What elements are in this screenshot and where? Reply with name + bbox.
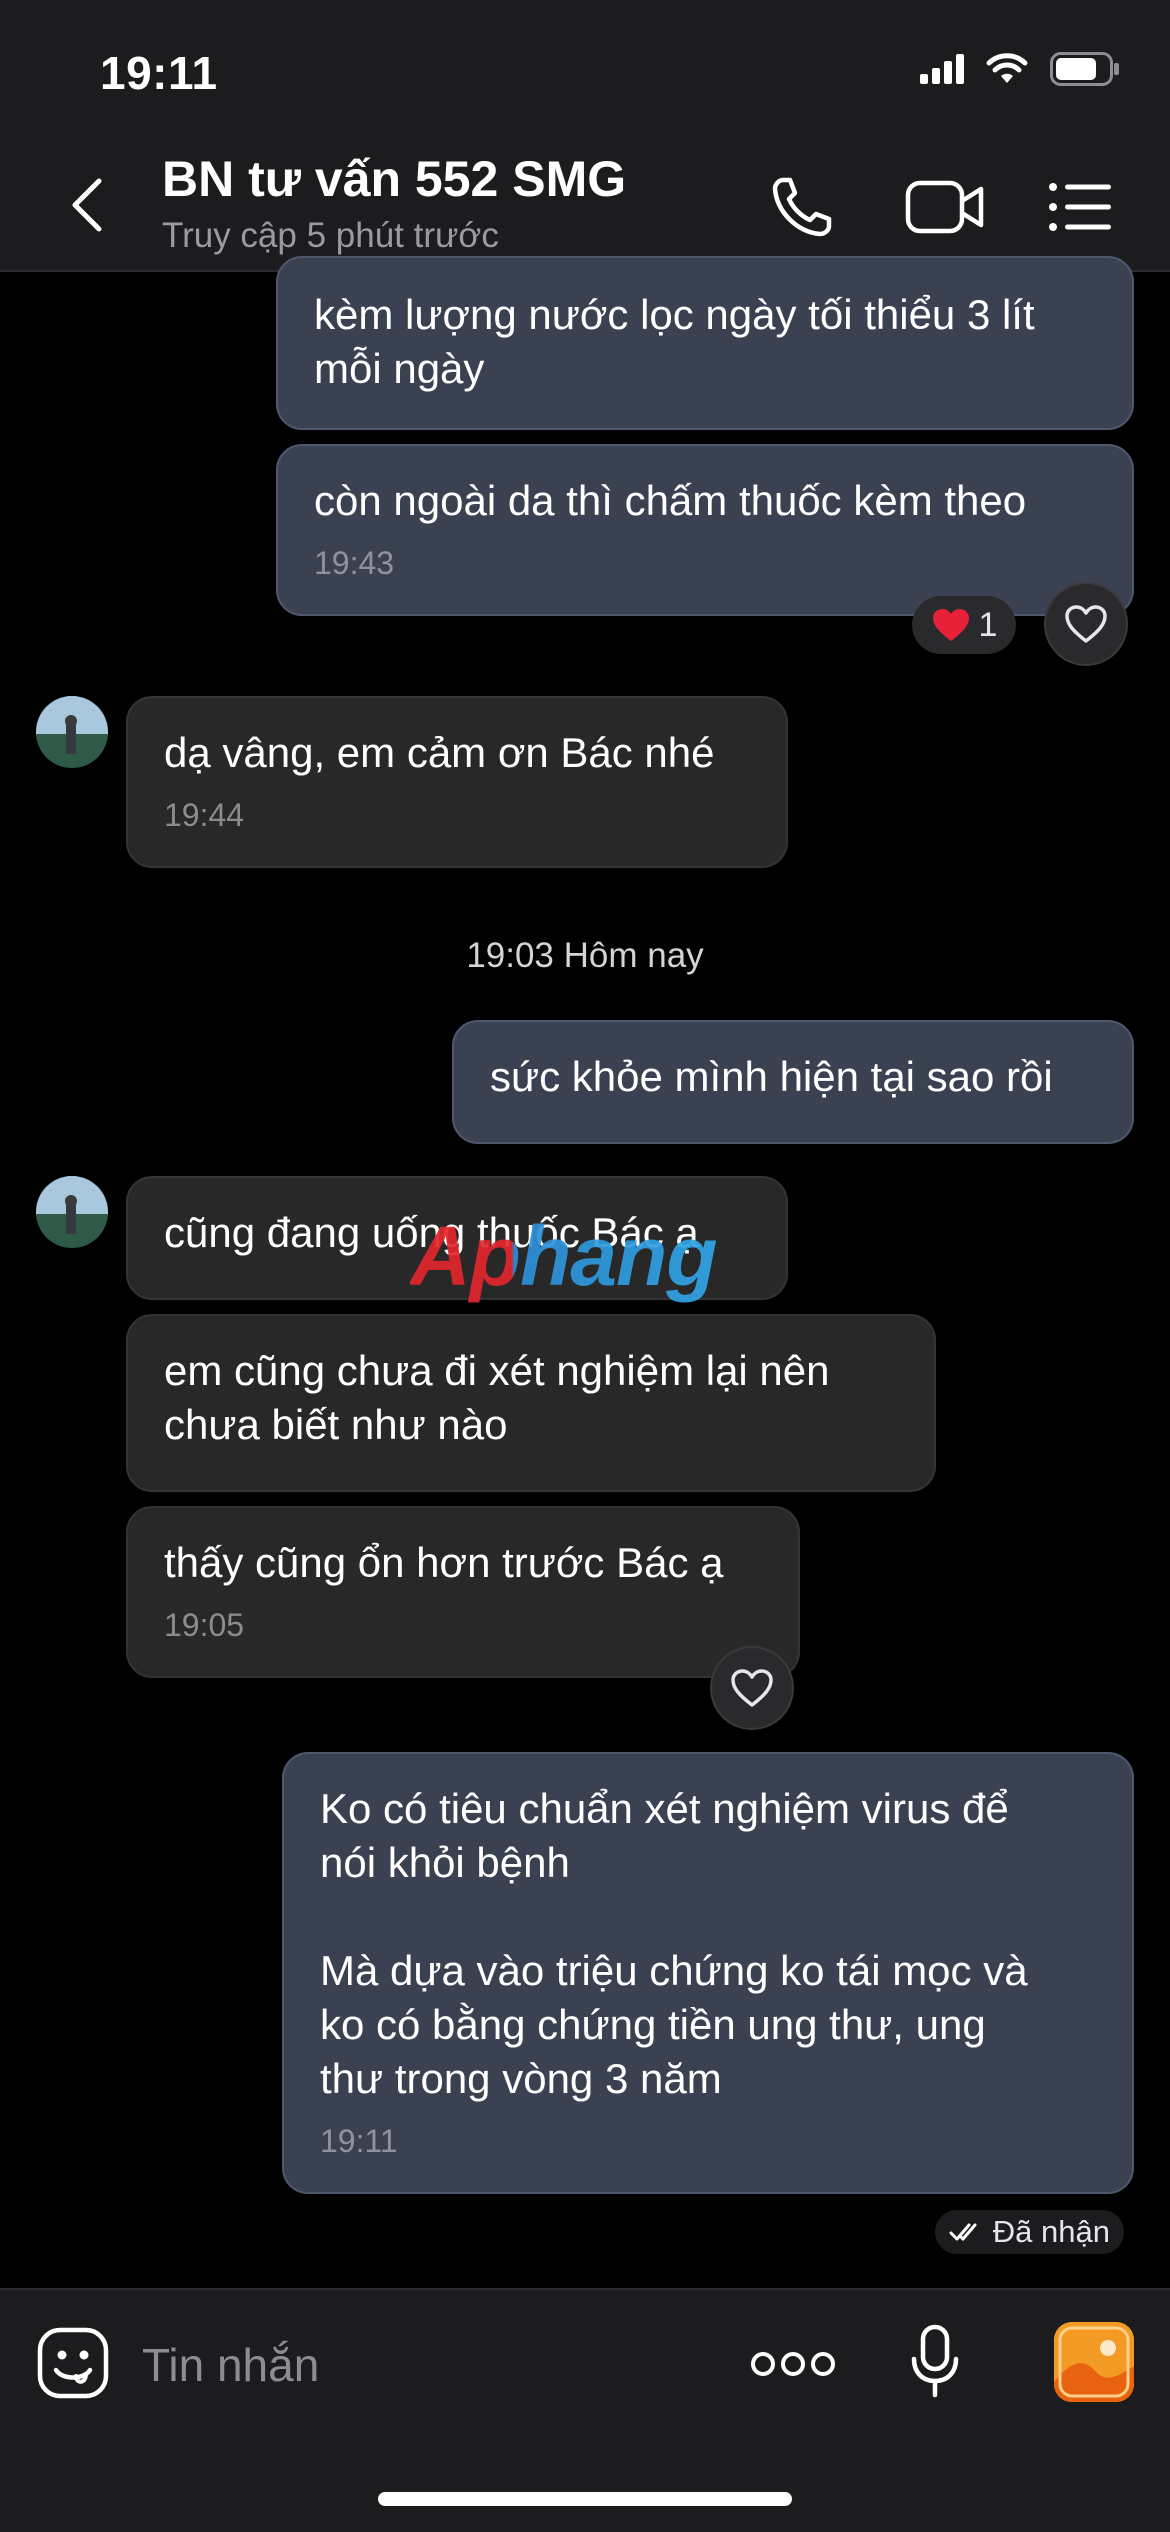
message-text: Ko có tiêu chuẩn xét nghiệm virus để nói…: [320, 1785, 1028, 2102]
message-input[interactable]: [140, 2326, 704, 2404]
message-text: thấy cũng ổn hơn trước Bác ạ: [164, 1539, 724, 1586]
voice-message-button[interactable]: [900, 2318, 970, 2408]
video-call-button[interactable]: [900, 172, 990, 242]
heart-reaction-icon: [932, 609, 969, 641]
message-bubble-outgoing[interactable]: kèm lượng nước lọc ngày tối thiểu 3 lít …: [276, 256, 1134, 430]
message-bubble-outgoing[interactable]: sức khỏe mình hiện tại sao rồi: [452, 1020, 1134, 1144]
message-text: em cũng chưa đi xét nghiệm lại nên chưa …: [164, 1347, 830, 1448]
message-bubble-outgoing[interactable]: còn ngoài da thì chấm thuốc kèm theo 19:…: [276, 444, 1134, 616]
back-arrow-icon: [72, 178, 102, 232]
contact-avatar[interactable]: [36, 1176, 108, 1248]
chat-title[interactable]: BN tư vấn 552 SMG: [162, 150, 626, 208]
delivery-status: Đã nhận: [934, 2210, 1124, 2254]
reaction-summary[interactable]: 1: [912, 596, 1016, 654]
cellular-signal-icon: [920, 54, 964, 84]
date-separator: 19:03 Hôm nay: [466, 936, 704, 975]
gallery-icon: [1054, 2322, 1134, 2402]
message-text: sức khỏe mình hiện tại sao rồi: [490, 1053, 1053, 1100]
message-bubble-incoming[interactable]: em cũng chưa đi xét nghiệm lại nên chưa …: [126, 1314, 936, 1492]
message-text: dạ vâng, em cảm ơn Bác nhé: [164, 729, 715, 776]
gallery-button[interactable]: [1054, 2322, 1134, 2402]
react-button[interactable]: [710, 1646, 794, 1730]
chat-screen: 19:11 BN tư vấn 552 SMG Truy cập 5 phút …: [0, 0, 1170, 2532]
message-bubble-incoming[interactable]: dạ vâng, em cảm ơn Bác nhé 19:44: [126, 696, 788, 868]
message-time: 19:43: [314, 545, 395, 581]
chat-header: 19:11 BN tư vấn 552 SMG Truy cập 5 phút …: [0, 0, 1170, 272]
call-button[interactable]: [762, 172, 842, 242]
back-button[interactable]: [62, 170, 112, 240]
message-text: kèm lượng nước lọc ngày tối thiểu 3 lít …: [314, 291, 1035, 392]
video-icon: [905, 180, 984, 234]
reaction-count: 1: [978, 605, 998, 644]
wifi-icon: [986, 53, 1028, 83]
avatar-image: [36, 1176, 108, 1248]
message-time: 19:44: [164, 797, 245, 833]
more-options-button[interactable]: [748, 2342, 838, 2386]
emoji-button[interactable]: [36, 2326, 110, 2400]
contact-avatar[interactable]: [36, 696, 108, 768]
watermark-logo: Aphang: [410, 1209, 718, 1303]
message-bubble-outgoing[interactable]: Ko có tiêu chuẩn xét nghiệm virus để nói…: [282, 1752, 1134, 2194]
home-indicator[interactable]: [378, 2492, 792, 2506]
status-icons: [920, 52, 1120, 86]
last-seen-status: Truy cập 5 phút trước: [162, 216, 499, 255]
double-check-icon: [949, 2223, 977, 2241]
microphone-icon: [911, 2324, 959, 2398]
message-composer: [0, 2288, 1170, 2532]
heart-icon: [1065, 605, 1107, 643]
status-time: 19:11: [100, 47, 218, 99]
emoji-icon: [37, 2327, 109, 2399]
phone-icon: [772, 177, 832, 237]
message-text: còn ngoài da thì chấm thuốc kèm theo: [314, 477, 1027, 524]
react-button[interactable]: [1044, 582, 1128, 666]
avatar-image: [36, 696, 108, 768]
more-dots-icon: [751, 2352, 835, 2376]
heart-icon: [731, 1669, 773, 1707]
delivery-status-text: Đã nhận: [992, 2214, 1110, 2249]
message-time: 19:05: [164, 1607, 245, 1643]
menu-list-icon: [1049, 183, 1111, 231]
chat-options-button[interactable]: [1040, 172, 1120, 242]
battery-icon: [1050, 52, 1119, 86]
message-bubble-incoming[interactable]: thấy cũng ổn hơn trước Bác ạ 19:05: [126, 1506, 800, 1678]
message-time: 19:11: [320, 2123, 398, 2159]
